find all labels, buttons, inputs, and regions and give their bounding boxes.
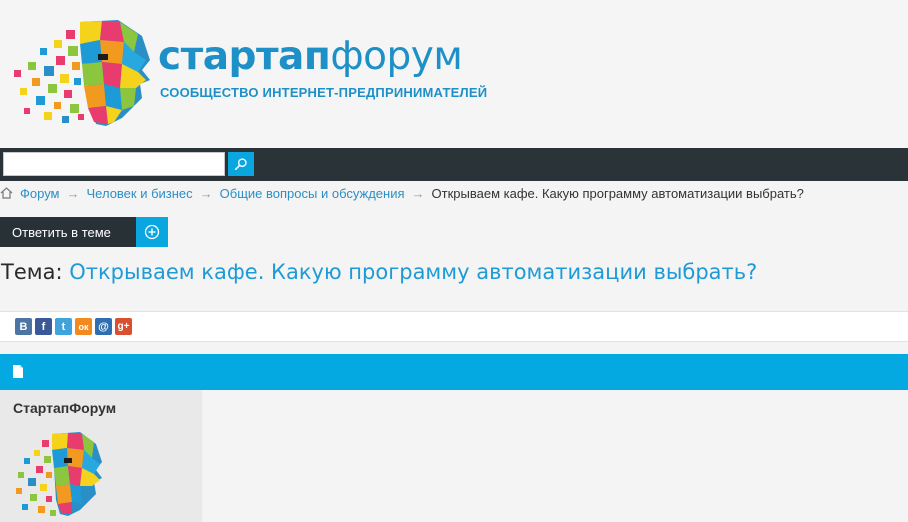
post-author-name[interactable]: СтартапФорум xyxy=(13,400,116,416)
post-body: СтартапФорум xyxy=(0,390,908,522)
topic-title-link[interactable]: Открываем кафе. Какую программу автомати… xyxy=(69,260,757,284)
reply-in-topic-button[interactable]: Ответить в теме xyxy=(0,217,136,247)
brand-name-part2: форум xyxy=(330,34,463,79)
post-user-info: СтартапФорум xyxy=(0,390,202,522)
breadcrumb-separator: → xyxy=(199,185,213,201)
logo-head-icon[interactable] xyxy=(10,18,155,130)
breadcrumb: Форум → Человек и бизнес → Общие вопросы… xyxy=(0,185,804,201)
share-bar: B f t ок @ g+ xyxy=(0,311,908,342)
brand-name-part1: стартап xyxy=(158,34,331,79)
breadcrumb-separator: → xyxy=(411,185,425,201)
search-button[interactable] xyxy=(228,152,254,176)
twitter-icon[interactable]: t xyxy=(55,318,72,335)
breadcrumb-link-forum[interactable]: Форум xyxy=(20,186,60,201)
mailru-icon[interactable]: @ xyxy=(95,318,112,335)
search-icon xyxy=(234,158,247,171)
reply-actions: Ответить в теме xyxy=(0,217,168,247)
vk-icon[interactable]: B xyxy=(15,318,32,335)
search-input[interactable] xyxy=(3,152,225,176)
breadcrumb-link-human-business[interactable]: Человек и бизнес xyxy=(87,186,193,201)
brand-logo-text[interactable]: стартапфорум xyxy=(158,34,463,79)
googleplus-icon[interactable]: g+ xyxy=(115,318,132,335)
top-navbar xyxy=(0,148,908,181)
breadcrumb-current: Открываем кафе. Какую программу автомати… xyxy=(431,185,804,201)
page-title: Тема: Открываем кафе. Какую программу ав… xyxy=(1,260,757,284)
share-icons: B f t ок @ g+ xyxy=(15,318,132,335)
breadcrumb-link-general[interactable]: Общие вопросы и обсуждения xyxy=(220,186,405,201)
reply-plus-button[interactable] xyxy=(136,217,168,247)
avatar[interactable] xyxy=(12,430,106,520)
brand-tagline: СООБЩЕСТВО ИНТЕРНЕТ-ПРЕДПРИНИМАТЕЛЕЙ xyxy=(160,85,488,100)
document-icon xyxy=(13,365,23,378)
breadcrumb-separator: → xyxy=(66,185,80,201)
site-header: стартапфорум СООБЩЕСТВО ИНТЕРНЕТ-ПРЕДПРИ… xyxy=(0,0,908,148)
plus-circle-icon xyxy=(144,224,160,240)
topic-prefix: Тема: xyxy=(1,260,63,284)
facebook-icon[interactable]: f xyxy=(35,318,52,335)
post-header-bar xyxy=(0,354,908,390)
odnoklassniki-icon[interactable]: ок xyxy=(75,318,92,335)
home-icon[interactable] xyxy=(0,186,14,200)
